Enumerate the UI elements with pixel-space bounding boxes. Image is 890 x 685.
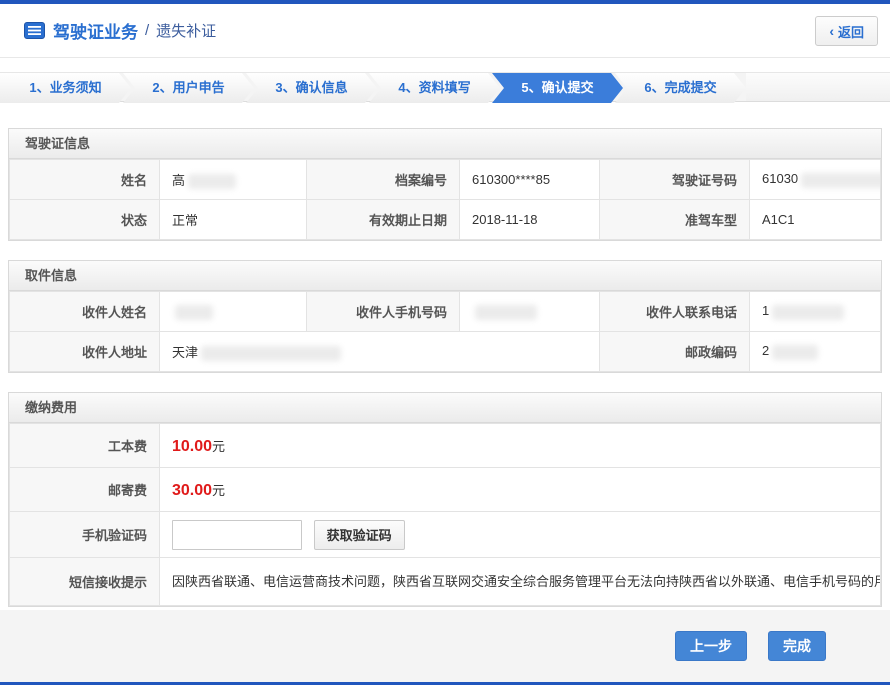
file-no-value: 610300****85 — [460, 160, 600, 200]
recipient-phone-label: 收件人联系电话 — [600, 292, 750, 332]
status-label: 状态 — [10, 200, 160, 240]
page: 驾驶证业务 / 遗失补证 ‹ 返回 1、业务须知 2、用户申告 3、确认信息 4… — [0, 0, 890, 685]
recipient-mobile-value — [460, 292, 600, 332]
redaction-blur — [772, 345, 818, 360]
finish-button[interactable]: 完成 — [768, 631, 826, 661]
table-row: 收件人姓名 收件人手机号码 收件人联系电话 1 — [10, 292, 881, 332]
sms-code-input[interactable] — [172, 520, 302, 550]
sms-code-label: 手机验证码 — [10, 512, 160, 558]
fees-section-title: 缴纳费用 — [9, 393, 881, 423]
redaction-blur — [188, 174, 236, 189]
valid-until-value: 2018-11-18 — [460, 200, 600, 240]
redaction-blur — [475, 305, 537, 320]
fees-section: 缴纳费用 工本费 10.00元 邮寄费 30.00元 手机验证码 — [8, 392, 882, 607]
production-fee-label: 工本费 — [10, 424, 160, 468]
get-sms-code-button[interactable]: 获取验证码 — [314, 520, 405, 550]
pickup-info-section: 取件信息 收件人姓名 收件人手机号码 收件人联系电话 1 收件人地址 天津 邮政… — [8, 260, 882, 373]
vehicle-class-value: A1C1 — [750, 200, 881, 240]
back-button[interactable]: ‹ 返回 — [815, 16, 878, 46]
back-chevron-icon: ‹ — [829, 23, 834, 39]
mailing-fee-value: 30.00元 — [160, 468, 881, 512]
recipient-name-value — [160, 292, 307, 332]
vehicle-class-label: 准驾车型 — [600, 200, 750, 240]
fees-table: 工本费 10.00元 邮寄费 30.00元 手机验证码 获取验证码 — [9, 423, 881, 606]
license-section-title: 驾驶证信息 — [9, 129, 881, 159]
step-5-confirm-submit-active: 5、确认提交 — [492, 73, 623, 103]
license-info-section: 驾驶证信息 姓名 高 档案编号 610300****85 驾驶证号码 61030… — [8, 128, 882, 241]
redaction-blur — [175, 305, 213, 320]
footer-action-bar: 上一步 完成 — [0, 610, 890, 682]
production-fee-amount: 10.00 — [172, 438, 212, 455]
mailing-fee-label: 邮寄费 — [10, 468, 160, 512]
step-3-confirm-info: 3、确认信息 — [246, 73, 377, 103]
license-menu-icon — [24, 22, 45, 39]
previous-step-button[interactable]: 上一步 — [675, 631, 747, 661]
valid-until-label: 有效期止日期 — [307, 200, 460, 240]
name-label: 姓名 — [10, 160, 160, 200]
table-row: 工本费 10.00元 — [10, 424, 881, 468]
mailing-fee-amount: 30.00 — [172, 482, 212, 499]
breadcrumb-divider: / — [145, 22, 149, 39]
header: 驾驶证业务 / 遗失补证 ‹ 返回 — [0, 4, 890, 58]
step-2-user-declaration: 2、用户申告 — [123, 73, 254, 103]
main-content: 驾驶证信息 姓名 高 档案编号 610300****85 驾驶证号码 61030… — [0, 102, 890, 607]
back-button-label: 返回 — [838, 22, 864, 41]
postal-code-label: 邮政编码 — [600, 332, 750, 372]
postal-code-value: 2 — [750, 332, 881, 372]
table-row: 收件人地址 天津 邮政编码 2 — [10, 332, 881, 372]
table-row: 状态 正常 有效期止日期 2018-11-18 准驾车型 A1C1 — [10, 200, 881, 240]
table-row: 短信接收提示 因陕西省联通、电信运营商技术问题，陕西省互联网交通安全综合服务管理… — [10, 558, 881, 606]
step-6-finish-submit: 6、完成提交 — [615, 73, 746, 103]
sms-tip-text: 因陕西省联通、电信运营商技术问题，陕西省互联网交通安全综合服务管理平台无法向持陕… — [160, 558, 881, 606]
sms-code-cell: 获取验证码 — [160, 512, 881, 558]
file-no-label: 档案编号 — [307, 160, 460, 200]
table-row: 手机验证码 获取验证码 — [10, 512, 881, 558]
step-1-business-notice: 1、业务须知 — [0, 73, 131, 103]
redaction-blur — [772, 305, 844, 320]
recipient-name-label: 收件人姓名 — [10, 292, 160, 332]
table-row: 邮寄费 30.00元 — [10, 468, 881, 512]
fee-unit: 元 — [212, 483, 225, 498]
production-fee-value: 10.00元 — [160, 424, 881, 468]
step-wizard: 1、业务须知 2、用户申告 3、确认信息 4、资料填写 5、确认提交 6、完成提… — [0, 72, 890, 102]
pickup-section-title: 取件信息 — [9, 261, 881, 291]
step-bar-filler — [746, 73, 890, 101]
table-row: 姓名 高 档案编号 610300****85 驾驶证号码 61030 — [10, 160, 881, 200]
step-4-fill-data: 4、资料填写 — [369, 73, 500, 103]
recipient-address-value: 天津 — [160, 332, 600, 372]
recipient-mobile-label: 收件人手机号码 — [307, 292, 460, 332]
redaction-blur — [201, 346, 341, 361]
name-value: 高 — [160, 160, 307, 200]
license-no-value: 61030 — [750, 160, 881, 200]
recipient-phone-value: 1 — [750, 292, 881, 332]
redaction-blur — [801, 173, 880, 188]
fee-unit: 元 — [212, 439, 225, 454]
pickup-info-table: 收件人姓名 收件人手机号码 收件人联系电话 1 收件人地址 天津 邮政编码 2 — [9, 291, 881, 372]
license-no-label: 驾驶证号码 — [600, 160, 750, 200]
sms-tip-label: 短信接收提示 — [10, 558, 160, 606]
recipient-address-label: 收件人地址 — [10, 332, 160, 372]
status-value: 正常 — [160, 200, 307, 240]
license-info-table: 姓名 高 档案编号 610300****85 驾驶证号码 61030 状态 正常… — [9, 159, 881, 240]
page-title: 驾驶证业务 — [53, 18, 138, 43]
page-subtitle: 遗失补证 — [156, 20, 216, 41]
